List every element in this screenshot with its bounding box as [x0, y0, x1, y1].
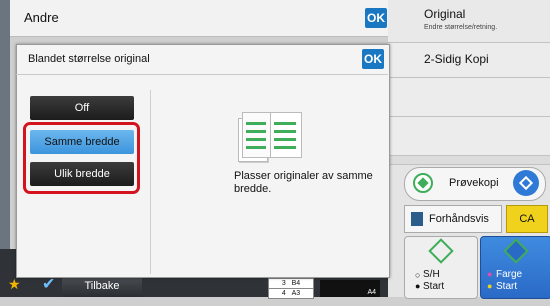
paper-size-indicator: A4 — [320, 280, 380, 297]
color-start-button[interactable]: ● Farge ● Start — [480, 236, 550, 299]
ca-button[interactable]: CA — [506, 205, 548, 233]
color-dot2-icon: ● — [487, 281, 493, 291]
bw-start-button[interactable]: ○ S/H ● Start — [404, 236, 478, 299]
option-off-button[interactable]: Off — [30, 96, 134, 120]
color-dot-icon: ● — [487, 269, 493, 279]
top-bar: Andre OK — [10, 0, 390, 37]
top-ok-button[interactable]: OK — [365, 8, 387, 28]
duplex-copy-row[interactable]: 2-Sidig Kopi — [388, 43, 550, 78]
preview-button[interactable]: Forhåndsvis — [404, 205, 502, 233]
dialog-ok-button[interactable]: OK — [362, 49, 384, 69]
preview-copy-button[interactable]: Prøvekopi — [404, 167, 546, 201]
empty-row-1 — [388, 78, 550, 117]
original-title: Original — [424, 7, 466, 21]
color-start-line2: Start — [496, 281, 518, 292]
preview-label: Forhåndsvis — [429, 213, 489, 225]
bw-start-line2: Start — [423, 281, 445, 292]
empty-row-2 — [388, 117, 550, 156]
bw-start-line1: S/H — [423, 269, 440, 280]
bw-dot-filled-icon: ● — [415, 281, 421, 291]
tray-3-size: B4 — [291, 280, 301, 287]
back-button[interactable]: Tilbake — [62, 276, 142, 297]
original-setting-row[interactable]: Original Endre størrelse/retning. — [388, 0, 550, 43]
dialog-header: Blandet størrelse original OK — [16, 44, 388, 75]
dialog-title: Blandet størrelse original — [28, 53, 150, 65]
preview-copy-blue-icon — [513, 170, 539, 196]
bw-start-diamond-icon — [428, 238, 454, 264]
duplex-copy-label: 2-Sidig Kopi — [424, 52, 489, 66]
preview-document-icon — [411, 212, 423, 226]
tray-4[interactable]: 4 A3 — [268, 288, 314, 299]
selection-highlight-frame — [23, 122, 140, 194]
preview-copy-label: Prøvekopi — [449, 177, 499, 189]
pane-divider — [150, 90, 151, 274]
option-description: Plasser originaler av samme bredde. — [234, 170, 373, 195]
tray-4-size: A3 — [291, 290, 301, 297]
tray-4-num: 4 — [281, 290, 286, 297]
original-subtitle: Endre størrelse/retning. — [424, 24, 498, 31]
top-bar-title: Andre — [24, 10, 59, 25]
color-start-diamond-icon — [503, 238, 529, 264]
star-icon[interactable]: ★ — [8, 276, 21, 293]
color-start-line1: Farge — [496, 269, 523, 280]
mixed-originals-illustration-icon — [234, 112, 302, 164]
tray-3-num: 3 — [281, 280, 286, 287]
empty-row-3 — [388, 156, 550, 165]
preview-copy-green-icon — [413, 173, 433, 193]
bw-dot-icon: ○ — [415, 270, 421, 280]
